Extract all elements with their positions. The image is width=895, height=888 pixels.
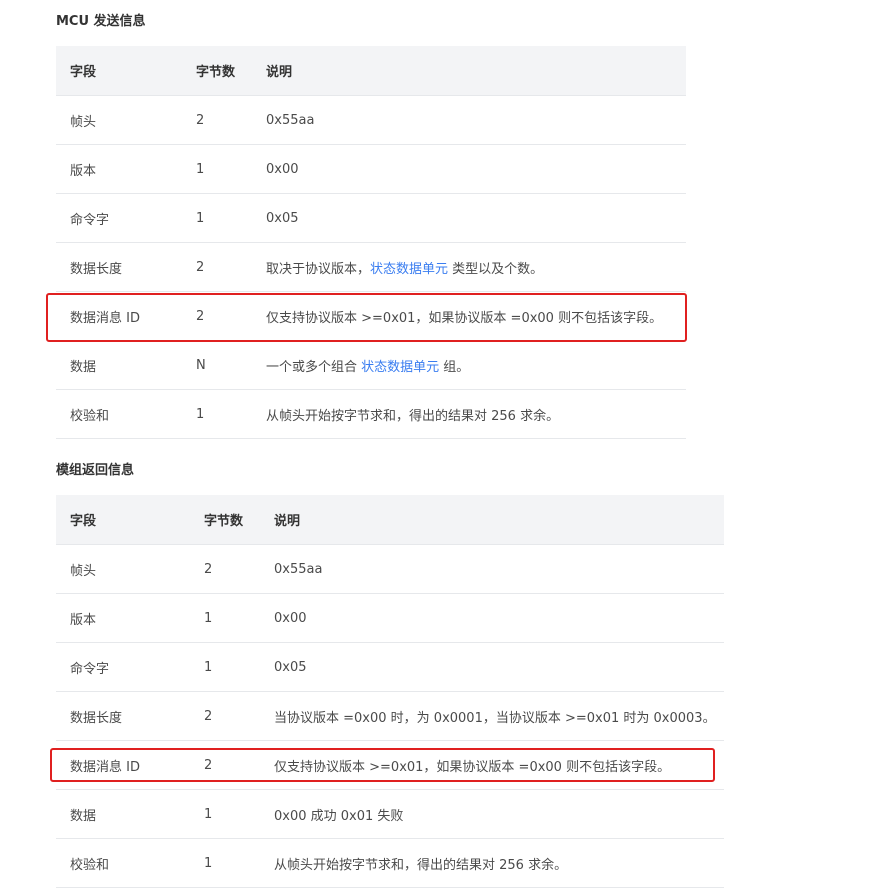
- cell-field: 版本: [56, 593, 190, 643]
- cell-description: 0x55aa: [260, 544, 724, 594]
- cell-field: 数据: [56, 340, 182, 390]
- cell-description: 一个或多个组合 状态数据单元 组。: [252, 340, 686, 390]
- section-title-mcu-send: MCU 发送信息: [56, 14, 146, 29]
- cell-description: 当协议版本 =0x00 时，为 0x0001，当协议版本 >=0x01 时为 0…: [260, 691, 724, 741]
- mcu-send-table: 字段 字节数 说明 帧头 2 0x55aa 版本 1 0x00 命令字 1 0x…: [56, 46, 686, 439]
- cell-field: 版本: [56, 144, 182, 194]
- cell-description: 0x05: [252, 193, 686, 243]
- cell-description: 0x05: [260, 642, 724, 692]
- header-bytes: 字节数: [190, 495, 260, 545]
- cell-bytes: 1: [182, 193, 252, 243]
- table-row: 数据 1 0x00 成功 0x01 失败: [56, 789, 724, 839]
- cell-field: 命令字: [56, 642, 190, 692]
- cell-field: 帧头: [56, 95, 182, 145]
- cell-bytes: 2: [190, 544, 260, 594]
- cell-bytes: N: [182, 340, 252, 390]
- description-text: 取决于协议版本，: [266, 261, 371, 277]
- state-data-unit-link[interactable]: 状态数据单元: [361, 360, 439, 375]
- header-field: 字段: [56, 46, 182, 96]
- highlight-box: [50, 748, 715, 782]
- cell-bytes: 1: [190, 789, 260, 839]
- table-row: 版本 1 0x00: [56, 593, 724, 643]
- cell-description: 取决于协议版本，状态数据单元 类型以及个数。: [252, 242, 686, 292]
- cell-description: 0x00: [252, 144, 686, 194]
- cell-field: 数据长度: [56, 242, 182, 292]
- cell-description: 从帧头开始按字节求和，得出的结果对 256 求余。: [252, 389, 686, 439]
- cell-bytes: 1: [182, 389, 252, 439]
- cell-field: 数据: [56, 789, 190, 839]
- table-row: 命令字 1 0x05: [56, 193, 686, 243]
- section-title-module-return: 模组返回信息: [56, 463, 135, 478]
- cell-bytes: 2: [182, 95, 252, 145]
- table-row: 帧头 2 0x55aa: [56, 95, 686, 145]
- cell-bytes: 1: [190, 642, 260, 692]
- table-row: 数据长度 2 取决于协议版本，状态数据单元 类型以及个数。: [56, 242, 686, 292]
- header-field: 字段: [56, 495, 190, 545]
- state-data-unit-link[interactable]: 状态数据单元: [370, 262, 448, 277]
- description-text: 组。: [439, 359, 470, 375]
- table-row: 命令字 1 0x05: [56, 642, 724, 692]
- cell-description: 0x00: [260, 593, 724, 643]
- description-text: 类型以及个数。: [448, 261, 544, 277]
- table-row: 校验和 1 从帧头开始按字节求和，得出的结果对 256 求余。: [56, 838, 724, 888]
- cell-description: 0x00 成功 0x01 失败: [260, 789, 724, 839]
- table-header-row: 字段 字节数 说明: [56, 495, 724, 545]
- cell-field: 命令字: [56, 193, 182, 243]
- table-row: 帧头 2 0x55aa: [56, 544, 724, 594]
- cell-bytes: 2: [182, 242, 252, 292]
- cell-bytes: 2: [190, 691, 260, 741]
- table-row: 版本 1 0x00: [56, 144, 686, 194]
- table-row: 校验和 1 从帧头开始按字节求和，得出的结果对 256 求余。: [56, 389, 686, 439]
- cell-bytes: 1: [182, 144, 252, 194]
- table-row: 数据长度 2 当协议版本 =0x00 时，为 0x0001，当协议版本 >=0x…: [56, 691, 724, 741]
- module-return-table: 字段 字节数 说明 帧头 2 0x55aa 版本 1 0x00 命令字 1 0x…: [56, 495, 724, 888]
- header-description: 说明: [252, 46, 686, 96]
- cell-description: 0x55aa: [252, 95, 686, 145]
- header-description: 说明: [260, 495, 724, 545]
- cell-description: 从帧头开始按字节求和，得出的结果对 256 求余。: [260, 838, 724, 888]
- table-header-row: 字段 字节数 说明: [56, 46, 686, 96]
- cell-field: 校验和: [56, 838, 190, 888]
- cell-bytes: 1: [190, 838, 260, 888]
- cell-field: 校验和: [56, 389, 182, 439]
- table-row: 数据 N 一个或多个组合 状态数据单元 组。: [56, 340, 686, 390]
- highlight-box: [46, 293, 687, 342]
- cell-bytes: 1: [190, 593, 260, 643]
- header-bytes: 字节数: [182, 46, 252, 96]
- cell-field: 帧头: [56, 544, 190, 594]
- description-text: 一个或多个组合: [266, 359, 362, 375]
- cell-field: 数据长度: [56, 691, 190, 741]
